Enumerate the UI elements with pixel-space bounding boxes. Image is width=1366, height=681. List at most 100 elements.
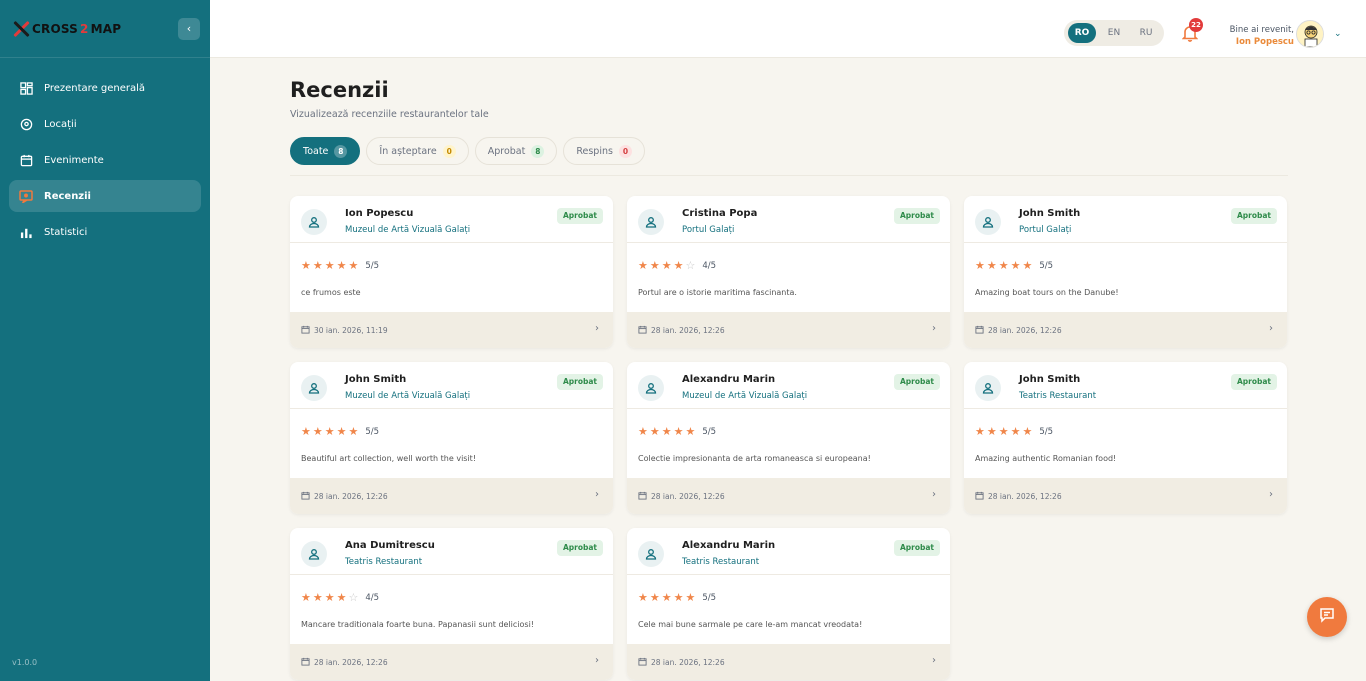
chevron-right-icon[interactable]: › (932, 489, 936, 500)
review-date: 28 ian. 2026, 12:26 (975, 325, 1062, 336)
lang-option-ru[interactable]: RU (1132, 23, 1160, 43)
chevron-right-icon[interactable]: › (1269, 489, 1273, 500)
divider (290, 175, 1288, 176)
review-date-text: 28 ian. 2026, 12:26 (988, 492, 1062, 501)
star-filled-icon: ★ (649, 591, 660, 604)
bar-chart-icon (19, 225, 33, 239)
review-date-text: 28 ian. 2026, 12:26 (651, 326, 725, 335)
lang-option-en[interactable]: EN (1100, 23, 1128, 43)
star-filled-icon: ★ (324, 259, 335, 272)
star-filled-icon: ★ (301, 259, 311, 272)
star-filled-icon: ★ (649, 425, 660, 438)
calendar-icon (975, 325, 984, 336)
chevron-right-icon[interactable]: › (595, 655, 599, 666)
sidebar-item-reviews[interactable]: Recenzii (9, 180, 201, 212)
star-rating: ★ ★ ★ ★ ★ 5/5 (975, 426, 1053, 438)
sidebar-header: CROSS 2 MAP ‹ (0, 0, 210, 58)
review-date-text: 28 ian. 2026, 12:26 (314, 658, 388, 667)
review-card-footer: 28 ian. 2026, 12:26 › (627, 478, 950, 514)
review-comment: Amazing authentic Romanian food! (975, 454, 1117, 463)
tab-pending[interactable]: În așteptare 0 (366, 137, 469, 165)
star-filled-icon: ★ (1010, 259, 1021, 272)
star-filled-icon: ★ (312, 591, 323, 604)
top-bar: RO EN RU 22 Bine ai revenit, Ion Popescu… (210, 0, 1366, 58)
notification-count-badge: 22 (1189, 18, 1203, 32)
sidebar-item-events[interactable]: Evenimente (9, 144, 201, 176)
review-date: 28 ian. 2026, 12:26 (638, 491, 725, 502)
chevron-right-icon[interactable]: › (932, 323, 936, 334)
language-switcher: RO EN RU (1064, 20, 1164, 46)
chevron-right-icon[interactable]: › (1269, 323, 1273, 334)
logo-x-icon (12, 20, 30, 38)
chat-button[interactable] (1307, 597, 1347, 637)
review-card[interactable]: Cristina Popa Portul Galați Aprobat ★ ★ ★ ★… (627, 196, 950, 348)
star-filled-icon: ★ (975, 425, 985, 438)
review-card-header: Ana Dumitrescu Teatris Restaurant Aproba… (290, 528, 613, 575)
tab-rejected[interactable]: Respins 0 (563, 137, 645, 165)
user-avatar[interactable] (1296, 20, 1324, 48)
review-location-link[interactable]: Muzeul de Artă Vizuală Galați (345, 391, 470, 401)
review-card[interactable]: Ion Popescu Muzeul de Artă Vizuală Galaț… (290, 196, 613, 348)
star-filled-icon: ★ (312, 259, 323, 272)
app-logo[interactable]: CROSS 2 MAP (12, 20, 121, 38)
user-menu-chevron-down-icon[interactable]: ⌄ (1334, 29, 1342, 39)
review-comment: Amazing boat tours on the Danube! (975, 288, 1119, 297)
review-location-link[interactable]: Teatris Restaurant (1019, 391, 1096, 401)
tab-all[interactable]: Toate 8 (290, 137, 361, 165)
review-card[interactable]: John Smith Teatris Restaurant Aprobat ★ ★… (964, 362, 1287, 514)
review-date: 28 ian. 2026, 12:26 (975, 491, 1062, 502)
review-date-text: 28 ian. 2026, 12:26 (651, 492, 725, 501)
rating-score: 4/5 (702, 261, 717, 271)
logo-text-cross: CROSS (32, 21, 78, 36)
review-card[interactable]: Alexandru Marin Muzeul de Artă Vizuală G… (627, 362, 950, 514)
review-comment: Portul are o istorie maritima fascinanta… (638, 288, 797, 297)
review-card-header: Alexandru Marin Muzeul de Artă Vizuală G… (627, 362, 950, 409)
tab-label: Toate (303, 145, 329, 157)
review-date: 28 ian. 2026, 12:26 (301, 657, 388, 668)
calendar-icon (19, 153, 33, 167)
review-card-header: John Smith Portul Galați Aprobat (964, 196, 1287, 243)
lang-option-ro[interactable]: RO (1068, 23, 1096, 43)
status-badge: Aprobat (1230, 374, 1277, 390)
review-card[interactable]: John Smith Portul Galați Aprobat ★ ★ ★ ★ ★ 5… (964, 196, 1287, 348)
reviewer-name: Cristina Popa (682, 208, 758, 219)
sidebar-item-statistics[interactable]: Statistici (9, 216, 201, 248)
review-location-link[interactable]: Muzeul de Artă Vizuală Galați (682, 391, 807, 401)
sidebar-item-locations[interactable]: Locații (9, 108, 201, 140)
review-card[interactable]: Alexandru Marin Teatris Restaurant Aprob… (627, 528, 950, 680)
review-card-header: Ion Popescu Muzeul de Artă Vizuală Galaț… (290, 196, 613, 243)
review-card-footer: 30 ian. 2026, 11:19 › (290, 312, 613, 348)
review-location-link[interactable]: Teatris Restaurant (345, 557, 422, 567)
user-name: Ion Popescu (1235, 37, 1294, 47)
star-filled-icon: ★ (975, 259, 985, 272)
review-comment: Mancare traditionala foarte buna. Papana… (301, 620, 535, 629)
calendar-icon (301, 657, 310, 668)
chevron-right-icon[interactable]: › (932, 655, 936, 666)
review-card[interactable]: Ana Dumitrescu Teatris Restaurant Aproba… (290, 528, 613, 680)
chevron-right-icon[interactable]: › (595, 323, 599, 334)
review-card-footer: 28 ian. 2026, 12:26 › (627, 312, 950, 348)
sidebar: CROSS 2 MAP ‹ Prezentare generală Locații … (0, 0, 210, 681)
review-location-link[interactable]: Teatris Restaurant (682, 557, 759, 567)
star-empty-icon: ☆ (348, 591, 359, 604)
review-location-link[interactable]: Portul Galați (1019, 225, 1071, 235)
sidebar-item-overview[interactable]: Prezentare generală (9, 72, 201, 104)
review-location-link[interactable]: Muzeul de Artă Vizuală Galați (345, 225, 470, 235)
review-date: 28 ian. 2026, 12:26 (638, 657, 725, 668)
chevron-right-icon[interactable]: › (595, 489, 599, 500)
chat-icon (1319, 607, 1335, 627)
rating-score: 5/5 (702, 593, 717, 603)
page-title: Recenzii (290, 78, 389, 102)
review-card[interactable]: John Smith Muzeul de Artă Vizuală Galați… (290, 362, 613, 514)
review-comment: ce frumos este (301, 288, 361, 297)
reviewer-name: John Smith (1019, 208, 1081, 219)
calendar-icon (638, 657, 647, 668)
tab-approved[interactable]: Aprobat 8 (474, 137, 558, 165)
sidebar-collapse-button[interactable]: ‹ (178, 17, 200, 40)
status-badge: Aprobat (893, 208, 940, 224)
sidebar-item-label: Locații (44, 118, 77, 130)
reviewer-name: Ana Dumitrescu (345, 540, 435, 551)
status-badge: Aprobat (893, 540, 940, 556)
logo-text-2: 2 (80, 21, 89, 36)
review-location-link[interactable]: Portul Galați (682, 225, 734, 235)
